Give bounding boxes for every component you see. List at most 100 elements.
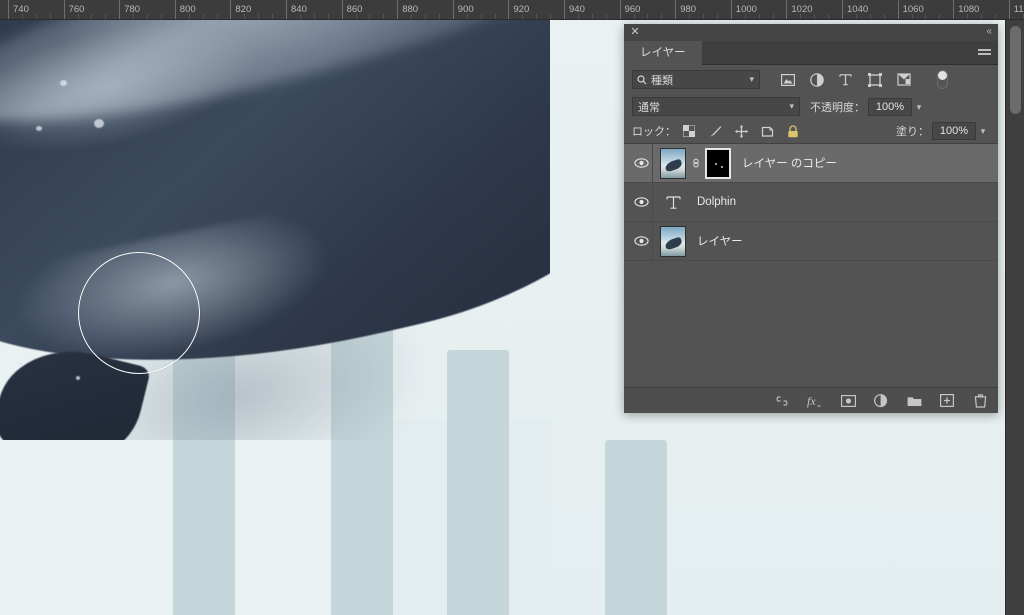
ruler-minor-tick — [647, 14, 649, 19]
ruler-tick-960: 960 — [619, 0, 640, 19]
layer-thumbnail[interactable] — [660, 225, 686, 257]
ruler-tick-760: 760 — [63, 0, 84, 19]
ruler-minor-tick — [383, 14, 385, 19]
ruler-minor-tick — [327, 14, 329, 19]
vertical-scrollbar[interactable] — [1005, 20, 1024, 615]
filter-icon-group — [780, 70, 948, 89]
ruler-tick-920: 920 — [508, 0, 529, 19]
new-layer-button[interactable] — [939, 393, 955, 409]
layer-name[interactable]: レイヤー — [697, 233, 743, 249]
row-divider — [652, 182, 653, 222]
add-layer-mask-button[interactable] — [840, 393, 856, 409]
tab-layers[interactable]: レイヤー — [624, 41, 702, 65]
layer-mask-link-icon[interactable] — [689, 156, 703, 170]
ruler-minor-tick — [425, 14, 426, 19]
ruler-minor-tick — [77, 14, 79, 19]
row-divider — [652, 221, 653, 261]
water-droplet — [60, 80, 67, 86]
fill-input[interactable]: 100% — [932, 122, 976, 140]
filter-kind-select[interactable]: 種類 ▾ — [632, 70, 760, 89]
ruler-minor-tick — [480, 14, 482, 19]
ruler-minor-tick — [744, 14, 746, 19]
layer-visibility-toggle[interactable] — [630, 222, 652, 261]
new-group-button[interactable] — [906, 393, 922, 409]
close-icon[interactable]: ✕ — [629, 26, 641, 38]
lock-row: ロック： 塗り： 100% ▾ — [624, 119, 998, 144]
lock-artboard-nesting-icon[interactable] — [760, 124, 774, 138]
ruler-minor-tick — [689, 14, 691, 19]
layer-list[interactable]: レイヤー のコピー Dolphin レイヤー — [624, 144, 998, 387]
ruler-minor-tick — [925, 14, 927, 19]
vertical-scrollbar-thumb[interactable] — [1010, 26, 1021, 114]
ruler-minor-tick — [466, 14, 468, 19]
opacity-input[interactable]: 100% — [868, 97, 912, 116]
ruler-minor-tick — [550, 14, 552, 19]
delete-layer-button[interactable] — [972, 393, 988, 409]
ruler-minor-tick — [272, 14, 274, 19]
opacity-chevron-down-icon[interactable]: ▾ — [912, 98, 926, 116]
smart-object-filter-icon[interactable] — [896, 72, 911, 87]
layer-visibility-toggle[interactable] — [630, 144, 652, 183]
pixel-filter-icon[interactable] — [780, 72, 795, 87]
letterform-n-right-stem — [605, 440, 667, 615]
ruler-tick-980: 980 — [675, 0, 696, 19]
ruler-minor-tick — [299, 14, 301, 19]
layer-filter-row: 種類 ▾ — [624, 65, 998, 94]
ruler-minor-tick — [869, 14, 871, 19]
ruler-tick-900: 900 — [452, 0, 474, 19]
ruler-minor-tick — [939, 14, 941, 19]
layer-visibility-toggle[interactable] — [630, 183, 652, 222]
text-layer-icon[interactable] — [660, 187, 686, 218]
layers-panel: ✕ « レイヤー 種類 ▾ 通常 ▾ 不透明度： 100% ▾ ロック： 塗り：… — [624, 24, 998, 413]
search-icon — [637, 74, 647, 84]
ruler-minor-tick — [591, 14, 593, 19]
ruler-minor-tick — [369, 14, 371, 19]
collapse-panel-icon[interactable]: « — [986, 26, 992, 38]
horizontal-ruler[interactable]: 740 760 780 800 820 840 860 880 900 920 940 960 980 1… — [0, 0, 1024, 20]
lock-image-pixels-icon[interactable] — [708, 124, 722, 138]
layer-thumbnail[interactable] — [660, 147, 686, 179]
photoshop-window: 740 760 780 800 820 840 860 880 900 920 940 960 980 1… — [0, 0, 1024, 615]
ruler-minor-tick — [91, 14, 93, 19]
lock-all-icon[interactable] — [786, 124, 800, 138]
table-row[interactable]: Dolphin — [624, 182, 998, 222]
panel-menu-icon[interactable] — [978, 49, 991, 58]
adjustment-filter-icon[interactable] — [809, 72, 824, 87]
blend-mode-select[interactable]: 通常 ▾ — [632, 97, 800, 116]
layer-name[interactable]: Dolphin — [697, 196, 736, 208]
layer-mask-thumbnail[interactable] — [705, 147, 731, 179]
link-layers-button[interactable] — [774, 393, 790, 409]
layers-panel-footer: fx — [624, 387, 998, 413]
fill-chevron-down-icon[interactable]: ▾ — [976, 122, 990, 140]
panel-titlebar[interactable]: ✕ « — [624, 24, 998, 41]
shape-filter-icon[interactable] — [867, 72, 882, 87]
fill-group: 塗り： 100% ▾ — [896, 122, 990, 140]
ruler-minor-tick — [522, 14, 524, 19]
filter-enable-toggle[interactable] — [937, 70, 948, 89]
table-row[interactable]: レイヤー — [624, 221, 998, 261]
lock-label: ロック： — [632, 126, 676, 138]
ruler-minor-tick — [772, 14, 774, 19]
ruler-minor-tick — [703, 14, 704, 19]
lock-position-icon[interactable] — [734, 124, 748, 138]
ruler-minor-tick — [911, 14, 913, 19]
lock-transparent-pixels-icon[interactable] — [682, 124, 696, 138]
ruler-tick-780: 780 — [119, 0, 140, 19]
type-filter-icon[interactable] — [838, 72, 853, 87]
ruler-minor-tick — [883, 14, 885, 19]
ruler-tick-840: 840 — [286, 0, 307, 19]
row-divider — [652, 144, 653, 183]
new-adjustment-layer-button[interactable] — [873, 393, 889, 409]
ruler-minor-tick — [605, 14, 607, 19]
ruler-minor-tick — [967, 14, 969, 19]
ruler-minor-tick — [758, 14, 760, 19]
water-droplet — [18, 362, 23, 367]
ruler-tick-800: 800 — [174, 0, 196, 19]
ruler-minor-tick — [202, 14, 204, 19]
ruler-minor-tick — [855, 14, 857, 19]
layer-name[interactable]: レイヤー のコピー — [742, 155, 837, 171]
chevron-down-icon: ▾ — [789, 101, 794, 111]
layer-style-button[interactable]: fx — [807, 393, 823, 409]
table-row[interactable]: レイヤー のコピー — [624, 144, 998, 183]
ruler-tick-880: 880 — [397, 0, 418, 19]
